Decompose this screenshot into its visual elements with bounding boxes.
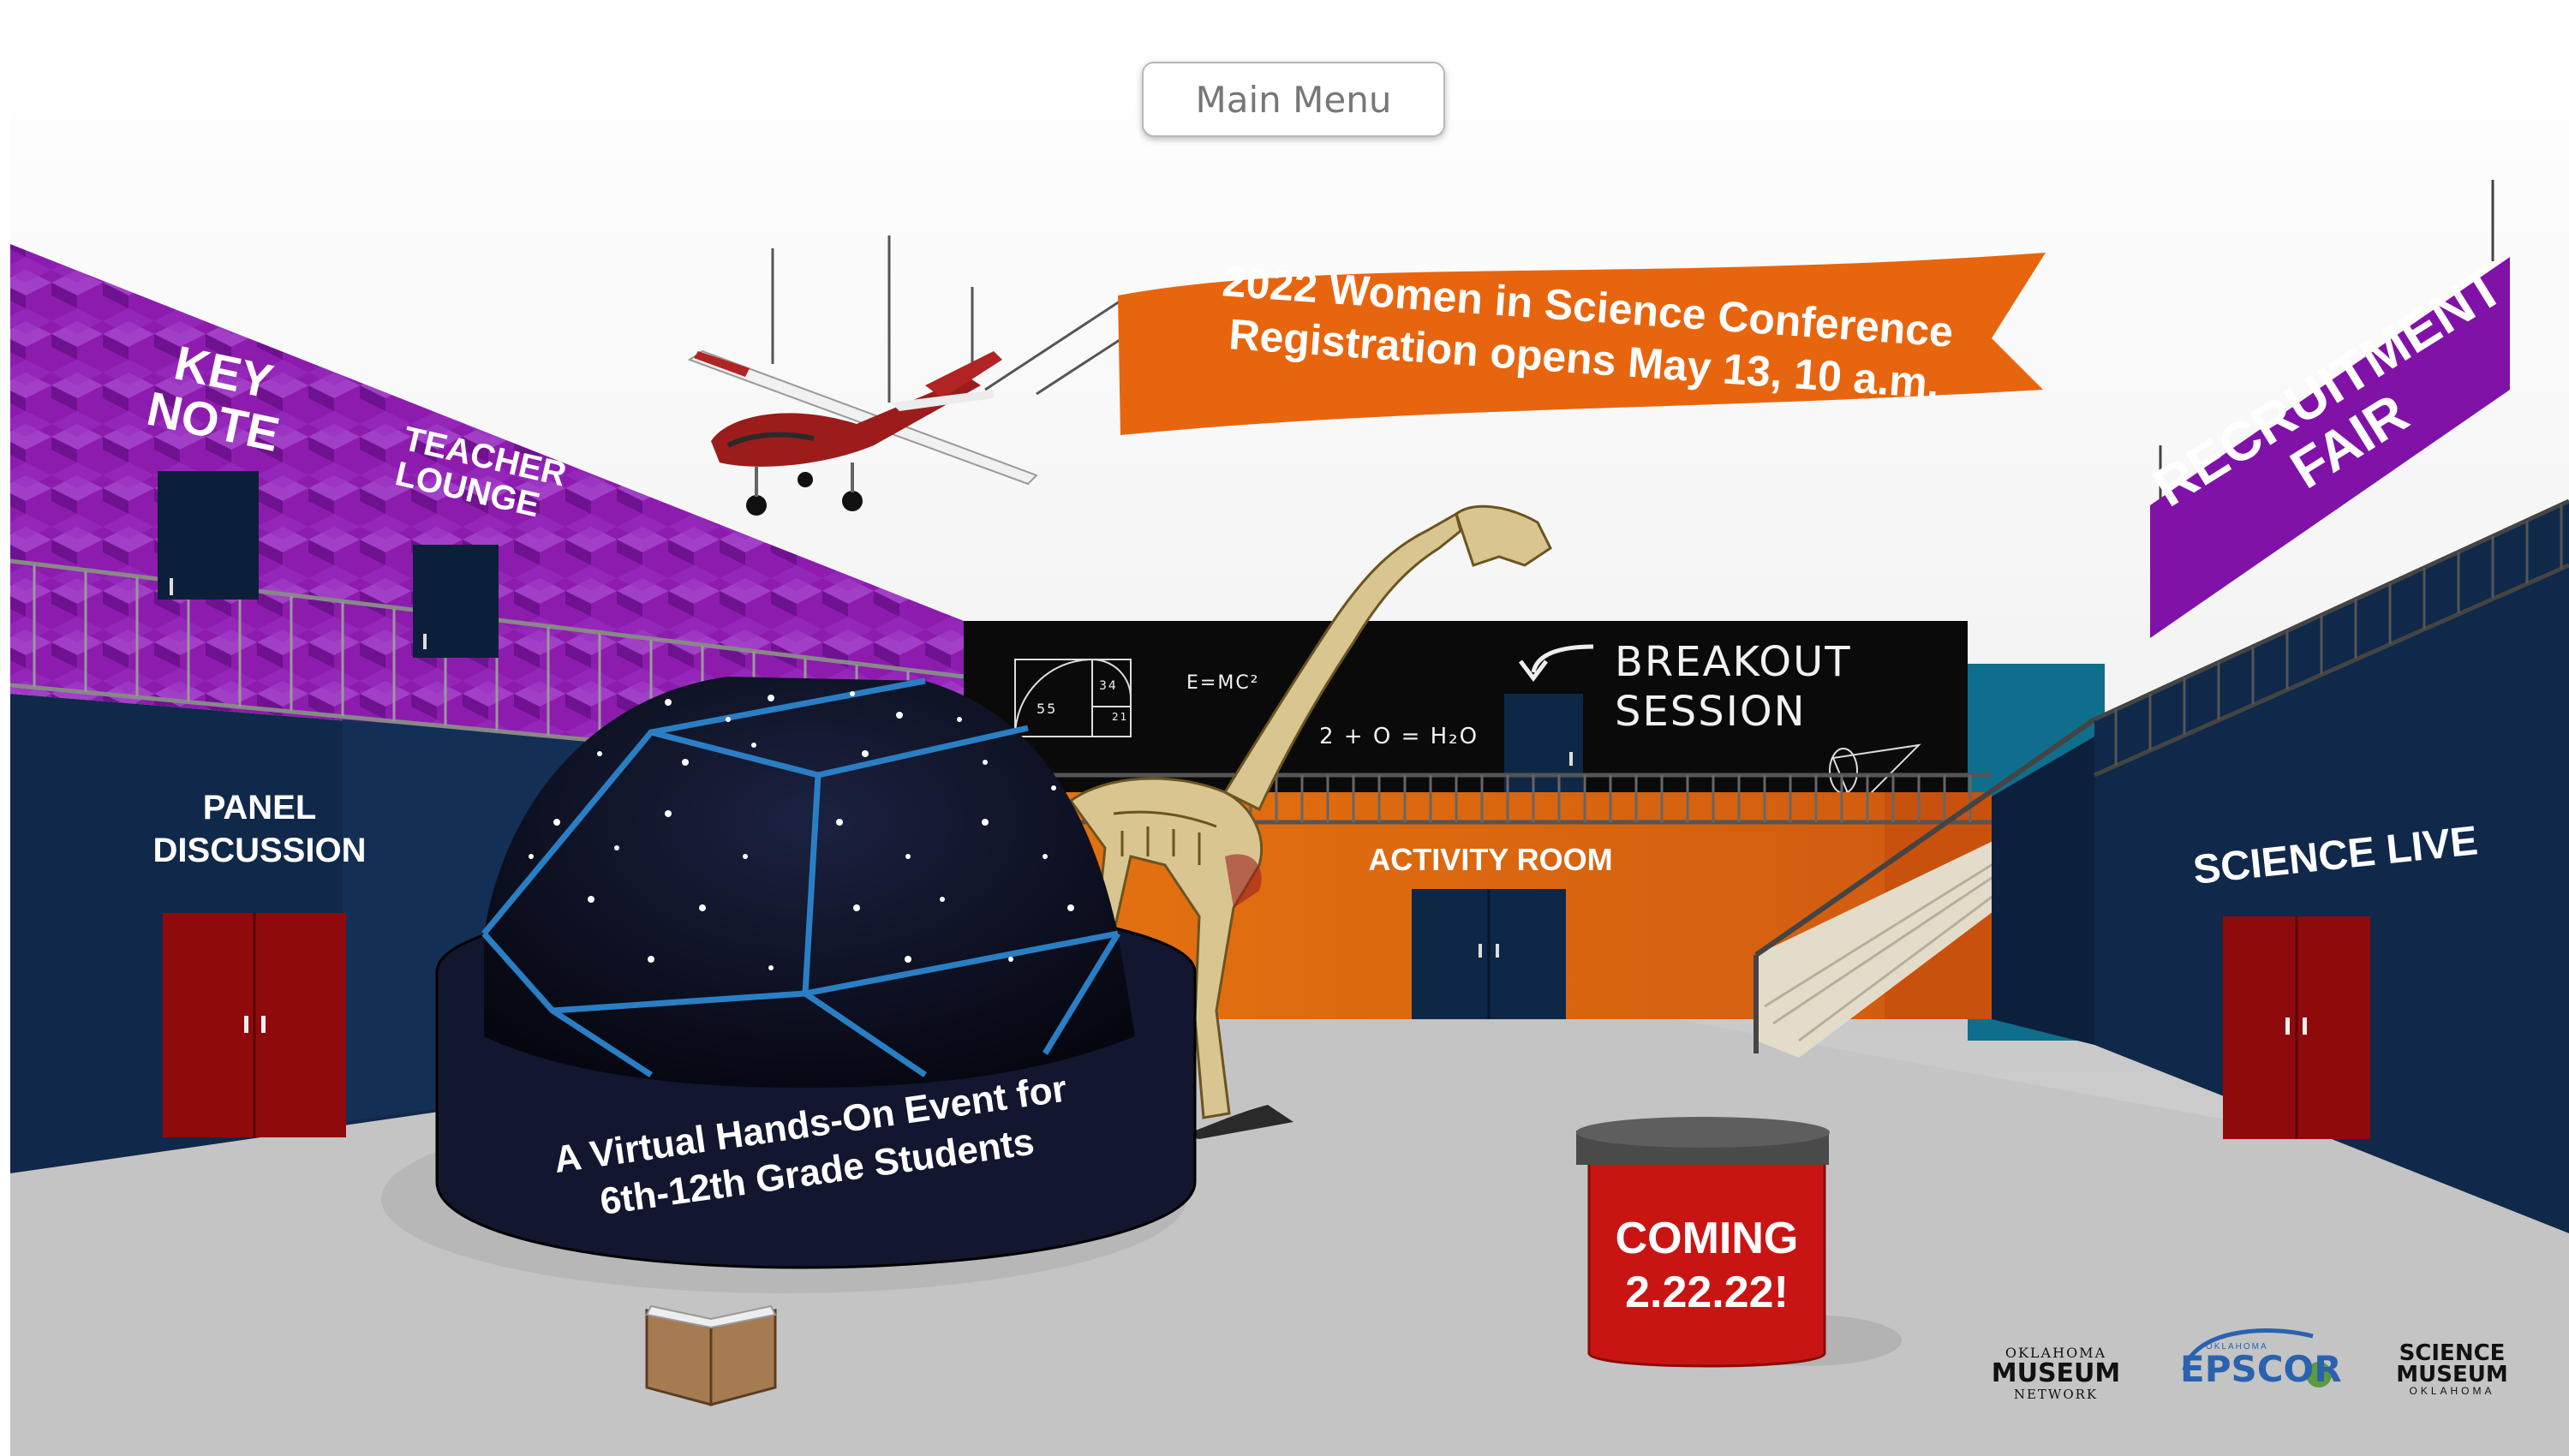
lobby-illustration [0, 0, 2569, 1456]
epscor-logo-main: EPSCOR [2180, 1348, 2342, 1390]
oklahoma-museum-network-logo: OKLAHOMA MUSEUM NETWORK [1987, 1345, 2124, 1402]
virtual-museum-lobby: Main Menu 2022 Women in Science Conferen… [0, 0, 2569, 1456]
science-logo-main-2: MUSEUM [2396, 1361, 2508, 1387]
panel-discussion-label-2: DISCUSSION [152, 832, 367, 869]
book-icon[interactable] [642, 1302, 780, 1409]
science-live-door[interactable] [2223, 916, 2370, 1139]
activity-room-sign[interactable]: ACTIVITY ROOM [1362, 844, 1619, 876]
panel-discussion-sign[interactable]: PANEL DISCUSSION [152, 790, 367, 868]
kiosk-line-1: COMING [1615, 1214, 1799, 1263]
info-kiosk[interactable]: COMING 2.22.22! [1589, 1212, 1825, 1321]
breakout-label-1: BREAKOUT [1615, 638, 1852, 686]
breakout-label-2: SESSION [1615, 687, 1807, 736]
oklahoma-epscor-logo: OKLAHOMA EPSCOR [2180, 1342, 2351, 1387]
science-museum-oklahoma-logo: SCIENCE MUSEUM OKLAHOMA [2381, 1340, 2523, 1397]
kiosk-line-2: 2.22.22! [1625, 1268, 1789, 1318]
science-logo-main-1: SCIENCE [2399, 1340, 2506, 1366]
keynote-door[interactable] [158, 471, 259, 600]
teacher-lounge-door[interactable] [413, 545, 499, 658]
breakout-session-sign[interactable]: BREAKOUT SESSION [1615, 638, 1852, 737]
chalk-formula-water: 2 + O = H₂O [1319, 724, 1479, 749]
main-menu-button[interactable]: Main Menu [1142, 62, 1445, 137]
panel-discussion-door[interactable] [163, 913, 346, 1137]
breakout-session-door[interactable] [1504, 694, 1583, 797]
panel-discussion-label-1: PANEL [202, 789, 317, 826]
planetarium-dome[interactable] [484, 677, 1118, 1079]
activity-room-door[interactable] [1412, 889, 1566, 1019]
museum-logo-bottom: NETWORK [2013, 1387, 2099, 1402]
chalk-formula-emc2: E=MC² [1186, 672, 1260, 694]
museum-logo-main: MUSEUM [1991, 1358, 2121, 1388]
